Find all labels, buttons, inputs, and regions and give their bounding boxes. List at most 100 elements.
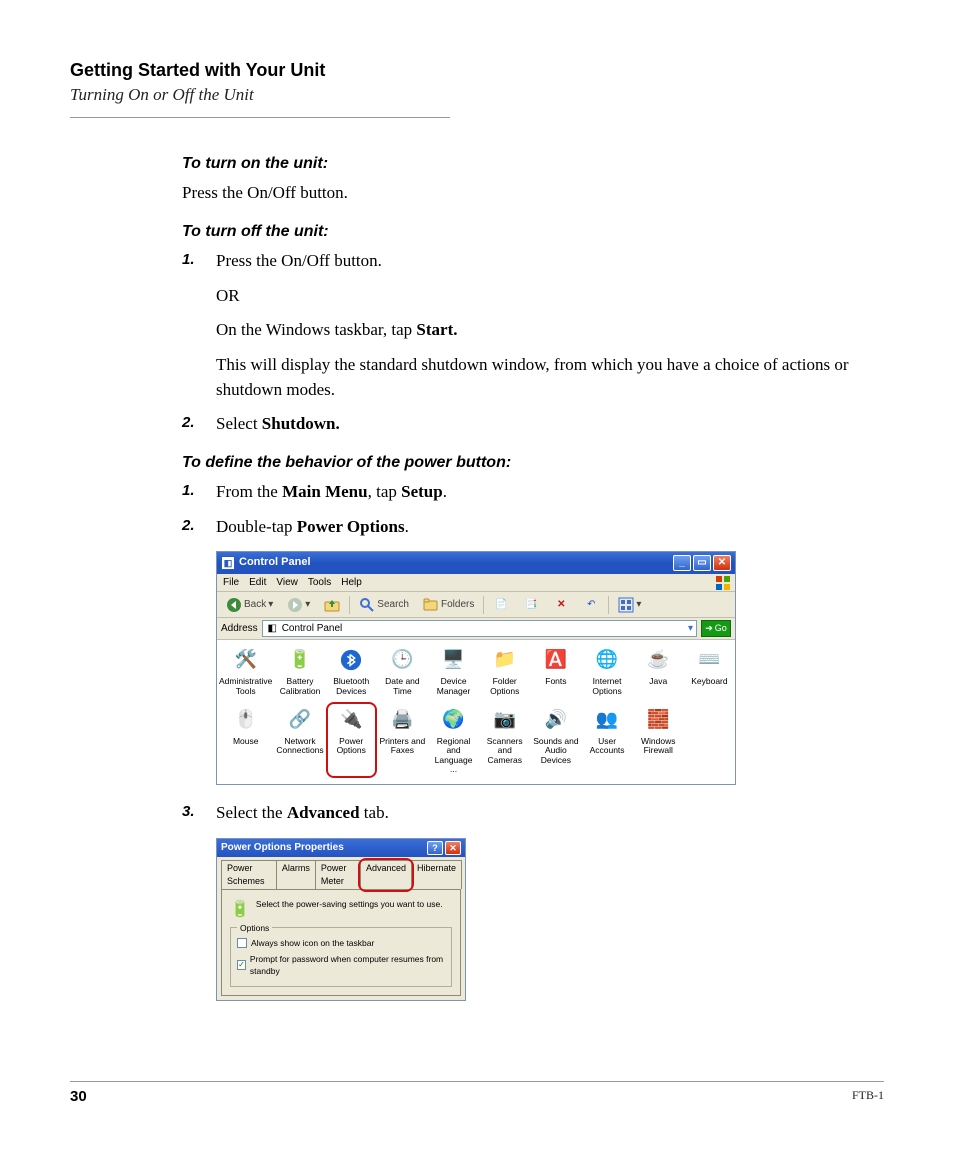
page-number: 30 [70,1088,87,1105]
checkbox-prompt-password[interactable]: ✓ Prompt for password when computer resu… [237,953,445,978]
cp-item-keyboard[interactable]: ⌨️Keyboard [684,644,735,698]
cp-item-regional-language[interactable]: 🌍Regional and Language ... [428,704,479,776]
window-title: Control Panel [239,555,311,571]
undo-icon: ↶ [583,597,599,613]
globe-icon: 🌐 [593,646,621,674]
options-groupbox: Options Always show icon on the taskbar … [230,927,452,987]
page-content: To turn on the unit: Press the On/Off bu… [182,152,862,1001]
cp-item-printers-faxes[interactable]: 🖨️Printers and Faxes [377,704,428,776]
cp-item-sounds-audio[interactable]: 🔊Sounds and Audio Devices [530,704,581,776]
cp-item-folder-options[interactable]: 📁Folder Options [479,644,530,698]
folders-button[interactable]: Folders [418,595,479,615]
turn-on-body: Press the On/Off button. [182,181,862,206]
window-titlebar: ◧ Control Panel _ ▭ ✕ [217,552,735,574]
power-options-screenshot: Power Options Properties ? ✕ Power Schem… [216,838,466,1001]
views-button[interactable]: ▾ [613,595,646,615]
globe-icon: 🌍 [440,706,468,734]
undo-button[interactable]: ↶ [578,595,604,615]
address-label: Address [221,622,258,637]
move-icon: 📄 [493,597,509,613]
maximize-button[interactable]: ▭ [693,555,711,571]
cp-item-mouse[interactable]: 🖱️Mouse [217,704,274,776]
dropdown-icon[interactable]: ▾ [688,622,693,637]
close-button[interactable]: ✕ [445,841,461,855]
step-text: Select the Advanced tab. [216,801,862,826]
back-icon [226,597,242,613]
cp-item-user-accounts[interactable]: 👥User Accounts [581,704,632,776]
keyboard-icon: ⌨️ [695,646,723,674]
menu-help[interactable]: Help [341,576,362,591]
tab-hibernate[interactable]: Hibernate [411,860,462,889]
clock-icon: 🕒 [388,646,416,674]
up-button[interactable] [319,595,345,615]
cp-item-battery-calibration[interactable]: 🔋Battery Calibration [274,644,325,698]
camera-icon: 📷 [491,706,519,734]
window-title: Power Options Properties [221,841,344,856]
mouse-icon: 🖱️ [232,706,260,734]
procedure-heading-turn-on: To turn on the unit: [182,152,862,175]
step-text: Select Shutdown. [216,412,862,437]
section-title: Turning On or Off the Unit [70,85,884,115]
tab-pane-advanced: 🔋 Select the power-saving settings you w… [221,889,461,996]
power-icon: 🔋 [230,898,250,921]
cp-item-date-time[interactable]: 🕒Date and Time [377,644,428,698]
tab-advanced[interactable]: Advanced [360,860,412,889]
delete-button[interactable]: ✕ [548,595,574,615]
cp-item-network-connections[interactable]: 🔗Network Connections [274,704,325,776]
copy-to-button[interactable]: 📑 [518,595,544,615]
control-panel-screenshot: ◧ Control Panel _ ▭ ✕ File Edit View Too… [216,551,736,785]
page-footer: 30 FTB-1 [70,1081,884,1105]
cp-item-bluetooth-devices[interactable]: Bluetooth Devices [326,644,377,698]
cp-item-administrative-tools[interactable]: 🛠️Administrative Tools [217,644,274,698]
back-button[interactable]: Back ▾ [221,595,278,615]
checkbox-always-show-icon[interactable]: Always show icon on the taskbar [237,937,445,949]
checkbox-icon: ✓ [237,960,246,970]
windows-logo-icon [715,575,731,591]
help-button[interactable]: ? [427,841,443,855]
cp-item-java[interactable]: ☕Java [633,644,684,698]
cp-item-internet-options[interactable]: 🌐Internet Options [581,644,632,698]
menubar: File Edit View Tools Help [217,574,735,592]
fonts-icon: 🅰️ [542,646,570,674]
move-to-button[interactable]: 📄 [488,595,514,615]
users-icon: 👥 [593,706,621,734]
turn-off-step-1: 1. Press the On/Off button. OR On the Wi… [182,249,862,402]
menu-view[interactable]: View [276,576,298,591]
java-icon: ☕ [644,646,672,674]
chapter-title: Getting Started with Your Unit [70,60,884,81]
close-button[interactable]: ✕ [713,555,731,571]
menu-edit[interactable]: Edit [249,576,266,591]
cp-item-device-manager[interactable]: 🖥️Device Manager [428,644,479,698]
forward-button[interactable]: ▾ [282,595,315,615]
folders-icon [423,597,439,613]
menu-tools[interactable]: Tools [308,576,331,591]
tab-power-meter[interactable]: Power Meter [315,860,361,889]
procedure-heading-turn-off: To turn off the unit: [182,220,862,243]
address-input[interactable]: ◧ Control Panel ▾ [262,620,697,637]
cp-item-windows-firewall[interactable]: 🧱Windows Firewall [633,704,684,776]
delete-icon: ✕ [553,597,569,613]
step-number: 2. [182,412,216,437]
step-text: This will display the standard shutdown … [216,353,862,402]
step-number: 3. [182,801,216,826]
search-button[interactable]: Search [354,595,414,615]
go-button[interactable]: ➔Go [701,620,731,637]
cp-item-scanners-cameras[interactable]: 📷Scanners and Cameras [479,704,530,776]
cp-item-power-options[interactable]: 🔌Power Options [326,704,377,776]
tab-bar: Power Schemes Alarms Power Meter Advance… [217,857,465,889]
tab-alarms[interactable]: Alarms [276,860,316,889]
power-options-icon: 🔌 [337,706,365,734]
views-icon [618,597,634,613]
battery-icon: 🔋 [286,646,314,674]
control-panel-body: 🛠️Administrative Tools 🔋Battery Calibrat… [217,640,735,784]
firewall-icon: 🧱 [644,706,672,734]
tab-power-schemes[interactable]: Power Schemes [221,860,277,889]
step-number: 2. [182,515,216,540]
cp-item-fonts[interactable]: 🅰️Fonts [530,644,581,698]
menu-file[interactable]: File [223,576,239,591]
toolbar: Back ▾ ▾ Search Folders 📄 📑 ✕ [217,592,735,618]
control-panel-icon: ◧ [221,556,235,570]
minimize-button[interactable]: _ [673,555,691,571]
search-icon [359,597,375,613]
device-manager-icon: 🖥️ [440,646,468,674]
